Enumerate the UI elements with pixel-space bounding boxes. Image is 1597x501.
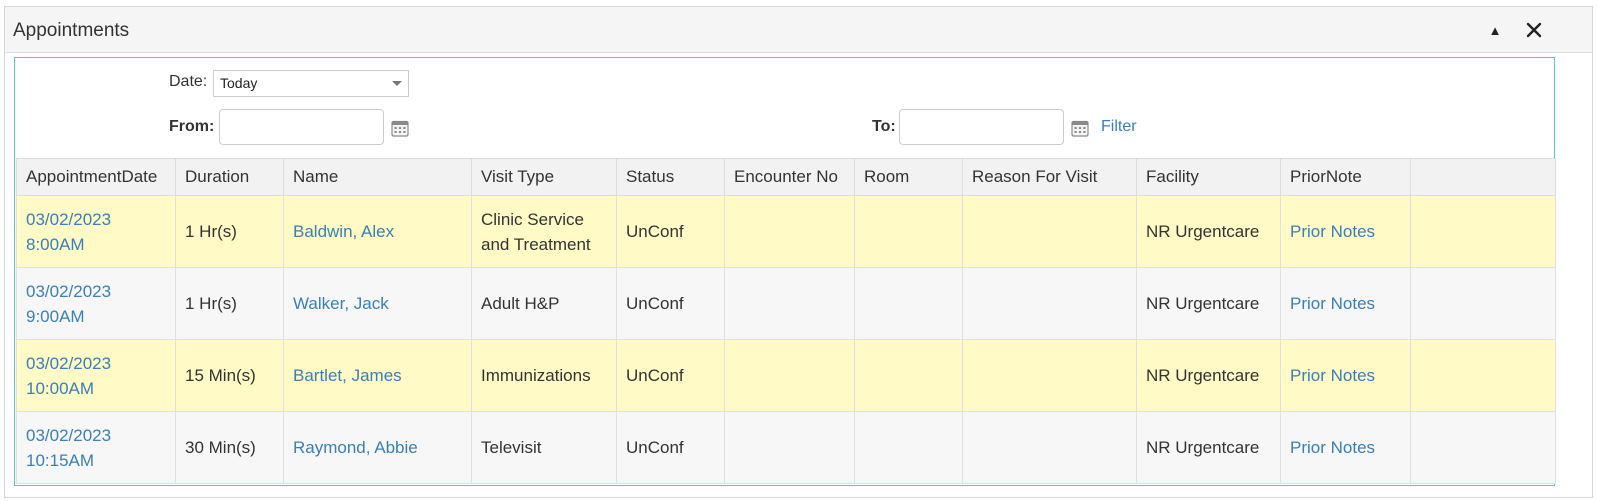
facility-cell: NR Urgentcare bbox=[1136, 411, 1281, 484]
status-cell: UnConf bbox=[616, 411, 725, 484]
appointment-date-link[interactable]: 03/02/2023 bbox=[26, 210, 111, 229]
table-header-row: AppointmentDate Duration Name Visit Type… bbox=[16, 158, 1556, 196]
col-header-duration[interactable]: Duration bbox=[175, 158, 284, 196]
col-header-status[interactable]: Status bbox=[616, 158, 725, 196]
prior-notes-link[interactable]: Prior Notes bbox=[1290, 222, 1375, 241]
calendar-icon[interactable] bbox=[391, 119, 409, 137]
reason-cell bbox=[962, 267, 1137, 340]
duration-cell: 1 Hr(s) bbox=[175, 267, 284, 340]
encounter-no-cell bbox=[724, 411, 855, 484]
col-header-visit-type[interactable]: Visit Type bbox=[471, 158, 617, 196]
room-cell bbox=[854, 411, 963, 484]
from-date-input[interactable] bbox=[219, 109, 384, 145]
reason-cell bbox=[962, 411, 1137, 484]
col-header-facility[interactable]: Facility bbox=[1136, 158, 1281, 196]
table-row: 03/02/2023 8:00AM 1 Hr(s) Baldwin, Alex C… bbox=[16, 195, 1556, 268]
reason-cell bbox=[962, 195, 1137, 268]
name-cell: Walker, Jack bbox=[283, 267, 472, 340]
col-header-room[interactable]: Room bbox=[854, 158, 963, 196]
appointments-panel: Appointments ▲ Date: Today From: To: Fil… bbox=[4, 6, 1593, 498]
filter-link[interactable]: Filter bbox=[1101, 118, 1137, 136]
empty-cell bbox=[1410, 195, 1556, 268]
appointment-date-cell[interactable]: 03/02/2023 10:15AM bbox=[16, 411, 176, 484]
room-cell bbox=[854, 339, 963, 412]
encounter-no-cell bbox=[724, 195, 855, 268]
status-cell: UnConf bbox=[616, 339, 725, 412]
col-header-reason-for-visit[interactable]: Reason For Visit bbox=[962, 158, 1137, 196]
to-date-input[interactable] bbox=[899, 109, 1064, 145]
close-icon bbox=[1526, 22, 1542, 38]
prior-note-cell: Prior Notes bbox=[1280, 411, 1411, 484]
prior-note-cell: Prior Notes bbox=[1280, 339, 1411, 412]
chevron-down-icon bbox=[392, 81, 402, 86]
appointment-date-link[interactable]: 03/02/2023 bbox=[26, 426, 111, 445]
table-row: 03/02/2023 10:00AM 15 Min(s) Bartlet, Jam… bbox=[16, 339, 1556, 412]
appointments-content: Date: Today From: To: Filter Appointment… bbox=[14, 57, 1556, 486]
appointment-date-cell[interactable]: 03/02/2023 10:00AM bbox=[16, 339, 176, 412]
visit-type-cell: Televisit bbox=[471, 411, 617, 484]
encounter-no-cell bbox=[724, 339, 855, 412]
appointment-time-link[interactable]: 10:00AM bbox=[26, 379, 94, 398]
to-label: To: bbox=[872, 118, 896, 135]
encounter-no-cell bbox=[724, 267, 855, 340]
reason-cell bbox=[962, 339, 1137, 412]
facility-cell: NR Urgentcare bbox=[1136, 267, 1281, 340]
collapse-button[interactable]: ▲ bbox=[1482, 17, 1508, 43]
prior-note-cell: Prior Notes bbox=[1280, 267, 1411, 340]
status-cell: UnConf bbox=[616, 267, 725, 340]
visit-type-cell: Adult H&P bbox=[471, 267, 617, 340]
col-header-name[interactable]: Name bbox=[283, 158, 472, 196]
date-select-value: Today bbox=[220, 75, 258, 91]
col-header-encounter-no[interactable]: Encounter No bbox=[724, 158, 855, 196]
appointment-date-cell[interactable]: 03/02/2023 8:00AM bbox=[16, 195, 176, 268]
duration-cell: 1 Hr(s) bbox=[175, 195, 284, 268]
room-cell bbox=[854, 267, 963, 340]
appointment-date-link[interactable]: 03/02/2023 bbox=[26, 282, 111, 301]
name-cell: Baldwin, Alex bbox=[283, 195, 472, 268]
patient-name-link[interactable]: Walker, Jack bbox=[293, 294, 389, 313]
table-row: 03/02/2023 9:00AM 1 Hr(s) Walker, Jack Ad… bbox=[16, 267, 1556, 340]
date-select[interactable]: Today bbox=[213, 70, 409, 97]
appointment-date-cell[interactable]: 03/02/2023 9:00AM bbox=[16, 267, 176, 340]
date-label: Date: bbox=[169, 73, 208, 90]
patient-name-link[interactable]: Baldwin, Alex bbox=[293, 222, 394, 241]
panel-header: Appointments ▲ bbox=[5, 7, 1592, 53]
room-cell bbox=[854, 195, 963, 268]
prior-note-cell: Prior Notes bbox=[1280, 195, 1411, 268]
calendar-icon[interactable] bbox=[1071, 119, 1089, 137]
visit-type-cell: Immunizations bbox=[471, 339, 617, 412]
facility-cell: NR Urgentcare bbox=[1136, 339, 1281, 412]
appointment-time-link[interactable]: 8:00AM bbox=[26, 235, 85, 254]
prior-notes-link[interactable]: Prior Notes bbox=[1290, 366, 1375, 385]
visit-type-cell: Clinic Service and Treatment bbox=[471, 195, 617, 268]
name-cell: Raymond, Abbie bbox=[283, 411, 472, 484]
panel-title: Appointments bbox=[13, 20, 130, 41]
prior-notes-link[interactable]: Prior Notes bbox=[1290, 294, 1375, 313]
col-header-empty bbox=[1410, 158, 1556, 196]
duration-cell: 15 Min(s) bbox=[175, 339, 284, 412]
empty-cell bbox=[1410, 267, 1556, 340]
status-cell: UnConf bbox=[616, 195, 725, 268]
appointment-time-link[interactable]: 9:00AM bbox=[26, 307, 85, 326]
patient-name-link[interactable]: Bartlet, James bbox=[293, 366, 402, 385]
col-header-appointment-date[interactable]: AppointmentDate bbox=[16, 158, 176, 196]
prior-notes-link[interactable]: Prior Notes bbox=[1290, 438, 1375, 457]
triangle-up-icon: ▲ bbox=[1488, 22, 1502, 38]
appointment-time-link[interactable]: 10:15AM bbox=[26, 451, 94, 470]
table-row: 03/02/2023 10:15AM 30 Min(s) Raymond, Abb… bbox=[16, 411, 1556, 484]
name-cell: Bartlet, James bbox=[283, 339, 472, 412]
appointments-table: AppointmentDate Duration Name Visit Type… bbox=[16, 158, 1556, 484]
duration-cell: 30 Min(s) bbox=[175, 411, 284, 484]
empty-cell bbox=[1410, 411, 1556, 484]
empty-cell bbox=[1410, 339, 1556, 412]
patient-name-link[interactable]: Raymond, Abbie bbox=[293, 438, 418, 457]
appointment-date-link[interactable]: 03/02/2023 bbox=[26, 354, 111, 373]
close-button[interactable] bbox=[1521, 17, 1547, 43]
facility-cell: NR Urgentcare bbox=[1136, 195, 1281, 268]
from-label: From: bbox=[169, 118, 215, 135]
col-header-prior-note[interactable]: PriorNote bbox=[1280, 158, 1411, 196]
